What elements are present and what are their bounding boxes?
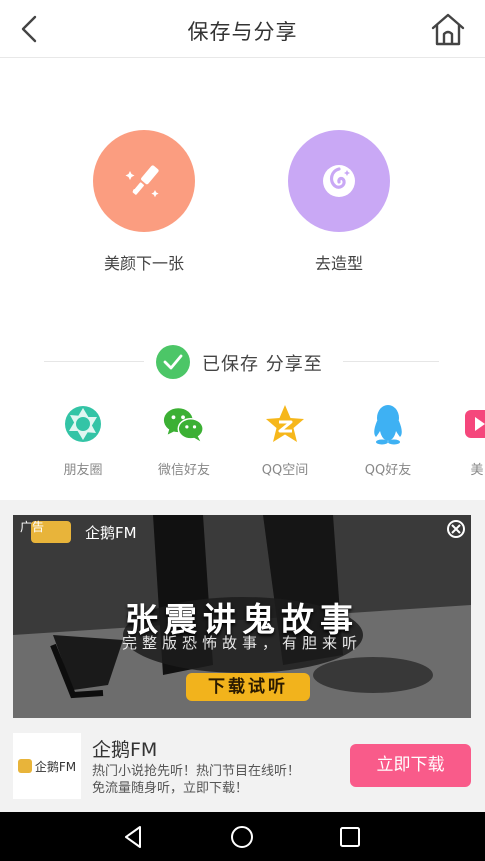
go-style-label: 去造型 bbox=[314, 254, 363, 273]
ad-close-icon[interactable] bbox=[446, 519, 466, 539]
square-recents-icon[interactable] bbox=[337, 824, 363, 850]
share-targets: 朋友圈 微信好友 QQ空间 QQ好友 美 bbox=[0, 402, 485, 482]
moments-shutter-icon bbox=[61, 402, 105, 446]
share-label-qq: QQ好友 bbox=[364, 463, 412, 478]
ad-section: 广告 企鹅FM 张震讲鬼故事 完整版恐怖故事，有胆来听 下载试听 企鹅FM 企鹅… bbox=[0, 500, 485, 812]
ad-download-button[interactable]: 立即下载 bbox=[350, 744, 471, 787]
penguin-fm-logo-icon bbox=[17, 759, 32, 773]
beautify-circle bbox=[93, 130, 195, 232]
share-qzone[interactable]: QQ空间 bbox=[245, 402, 325, 478]
home-icon[interactable] bbox=[429, 11, 467, 47]
share-label-meipai: 美 bbox=[470, 463, 484, 478]
ad-tag: 广告 bbox=[20, 520, 45, 534]
beautify-next-button[interactable]: 美颜下一张 bbox=[93, 130, 195, 274]
ad-description: 热门小说抢先听！热门节目在线听！ 免流量随身听，立即下载！ bbox=[92, 763, 342, 797]
share-label-wechat: 微信好友 bbox=[157, 463, 210, 478]
magic-wand-icon bbox=[125, 165, 159, 198]
style-circle bbox=[288, 130, 390, 232]
ad-app-icon: 企鹅FM bbox=[13, 733, 81, 799]
meipai-icon bbox=[455, 402, 485, 446]
ad-description-line-1: 热门小说抢先听！热门节目在线听！ bbox=[92, 764, 301, 779]
ad-listen-button[interactable]: 下载试听 bbox=[186, 673, 310, 701]
circle-home-icon[interactable] bbox=[229, 824, 255, 850]
share-moments[interactable]: 朋友圈 bbox=[43, 402, 123, 478]
go-style-button[interactable]: 去造型 bbox=[288, 130, 390, 274]
saved-share-divider: 已保存 分享至 bbox=[0, 340, 485, 384]
system-nav-bar bbox=[0, 812, 485, 861]
divider-left bbox=[44, 361, 144, 362]
ad-description-line-2: 免流量随身听，立即下载！ bbox=[92, 781, 249, 796]
saved-status-text: 已保存 分享至 bbox=[202, 354, 323, 375]
ad-banner[interactable]: 广告 企鹅FM 张震讲鬼故事 完整版恐怖故事，有胆来听 下载试听 bbox=[13, 515, 471, 718]
ad-brand-name: 企鹅FM bbox=[85, 524, 137, 542]
divider-right bbox=[343, 361, 439, 362]
top-bar: 保存与分享 bbox=[0, 0, 485, 58]
share-meipai[interactable]: 美 bbox=[437, 402, 485, 478]
share-label-moments: 朋友圈 bbox=[63, 463, 103, 478]
beautify-label: 美颜下一张 bbox=[103, 254, 184, 273]
ad-app-title: 企鹅FM bbox=[92, 739, 158, 761]
ad-info: 企鹅FM 企鹅FM 热门小说抢先听！热门节目在线听！ 免流量随身听，立即下载！ … bbox=[13, 731, 471, 801]
page-title: 保存与分享 bbox=[187, 20, 298, 44]
wechat-icon bbox=[162, 402, 206, 446]
ad-subline: 完整版恐怖故事，有胆来听 bbox=[121, 634, 362, 652]
triangle-back-icon[interactable] bbox=[121, 824, 147, 850]
style-swirl-icon bbox=[323, 165, 355, 197]
share-qq[interactable]: QQ好友 bbox=[348, 402, 428, 478]
share-wechat[interactable]: 微信好友 bbox=[144, 402, 224, 478]
qq-penguin-icon bbox=[366, 402, 410, 446]
qzone-star-icon bbox=[263, 402, 307, 446]
checkmark-icon bbox=[156, 345, 190, 379]
ad-app-icon-text: 企鹅FM bbox=[34, 759, 77, 774]
share-label-qzone: QQ空间 bbox=[261, 463, 309, 478]
